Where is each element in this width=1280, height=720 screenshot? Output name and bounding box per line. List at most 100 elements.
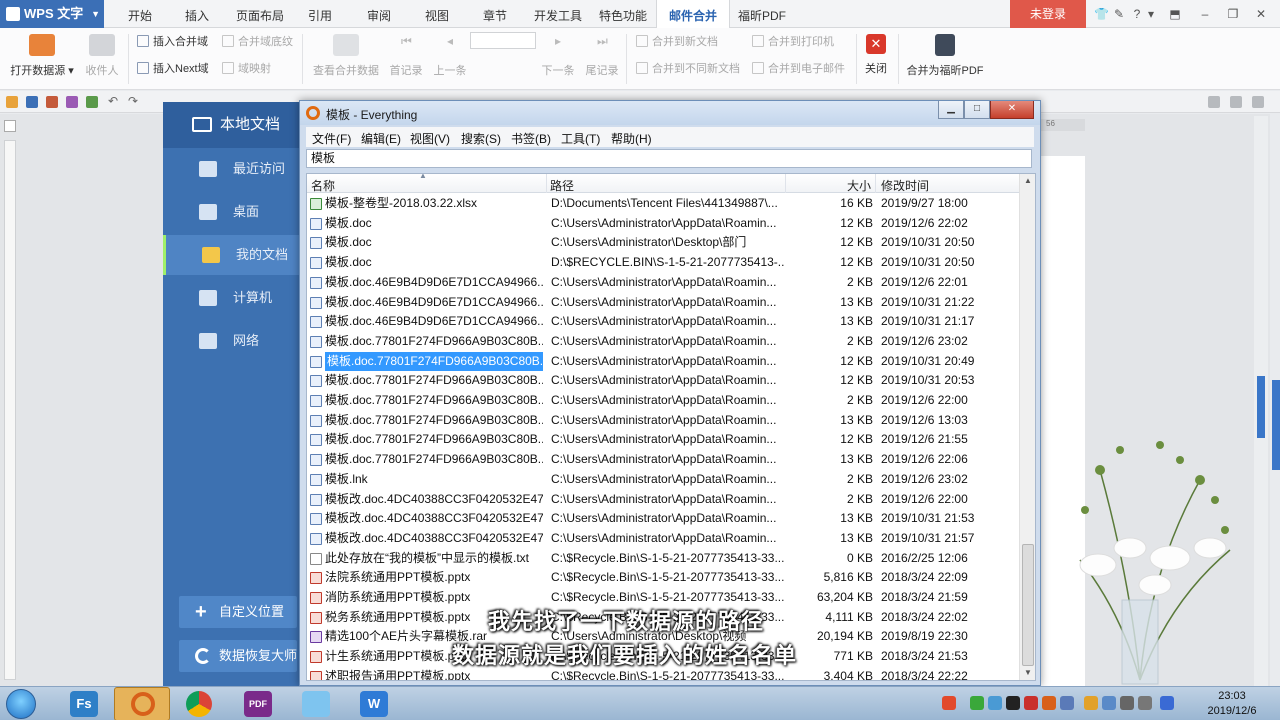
menu-view[interactable]: 视图(V) [410,130,450,147]
result-row[interactable]: 模板改.doc.4DC40388CC3F0420532E47... C:\User… [307,490,1019,510]
search-input[interactable]: 模板 [306,149,1032,168]
merge-email-button[interactable]: 合并到电子邮件 [752,62,845,76]
taskbar-fs-app[interactable]: Fs [56,687,112,720]
menu-edit[interactable]: 编辑(E) [361,130,401,147]
result-row[interactable]: 模板.doc.77801F274FD966A9B03C80B... C:\User… [307,411,1019,431]
result-row[interactable]: 模板.lnk C:\Users\Administrator\AppData\Roa… [307,470,1019,490]
menu-file[interactable]: 文件(F) [312,130,351,147]
menu-bookmarks[interactable]: 书签(B) [511,130,551,147]
column-name[interactable]: 名称 [311,177,335,194]
tab-start[interactable]: 开始 [128,0,152,28]
flag-icon[interactable] [1084,696,1098,710]
tab-references[interactable]: 引用 [308,0,332,28]
result-row[interactable]: 模板.doc.46E9B4D9D6E7D1CCA94966... C:\Users… [307,273,1019,293]
scroll-thumb[interactable] [1022,544,1034,666]
result-row[interactable]: 模板-整卷型-2018.03.22.xlsx D:\Documents\Tence… [307,194,1019,214]
result-row[interactable]: 模板.doc.46E9B4D9D6E7D1CCA94966... C:\Users… [307,312,1019,332]
system-clock[interactable]: 23:03 2019/12/6 [1190,687,1274,720]
windows-start-icon[interactable] [6,689,36,719]
cloud-icon[interactable] [988,696,1002,710]
network-tray-icon[interactable] [1060,696,1074,710]
language-icon[interactable] [1160,696,1174,710]
volume-icon[interactable] [1120,696,1134,710]
merge-printer-button[interactable]: 合并到打印机 [752,35,834,49]
side-panel-tab[interactable] [1272,380,1280,470]
open-icon[interactable] [6,96,18,108]
display-icon[interactable] [1102,696,1116,710]
sidebar-item-network[interactable]: 网络 [163,321,300,361]
taskbar-everything[interactable] [114,687,170,720]
security-icon[interactable] [1024,696,1038,710]
data-recovery-button[interactable]: 数据恢复大师 [179,640,297,672]
tab-mail-merge[interactable]: 邮件合并 [656,0,731,29]
result-row[interactable]: 模板.doc.77801F274FD966A9B03C80B... C:\User… [307,391,1019,411]
menu-help[interactable]: 帮助(H) [611,130,652,147]
result-row[interactable]: 模板.doc.77801F274FD966A9B03C80B... C:\User… [307,450,1019,470]
result-row[interactable]: 模板.doc D:\$RECYCLE.BIN\S-1-5-21-207773541… [307,253,1019,273]
wps-app-menu[interactable]: WPS 文字 ▼ [0,0,104,28]
close-merge-button[interactable]: ✕ 关闭 [860,34,892,76]
print-icon[interactable] [66,96,78,108]
export-pdf-icon[interactable] [46,96,58,108]
window-mode-icon[interactable]: ⬒ [1168,7,1182,21]
open-data-source-button[interactable]: 打开数据源 ▾ [8,34,76,78]
sogou-ime-icon[interactable] [942,696,956,710]
tab-page-layout[interactable]: 页面布局 [236,0,284,28]
save-icon[interactable] [26,96,38,108]
minimize-button[interactable]: ▁ [938,101,964,119]
tab-sections[interactable]: 章节 [483,0,507,28]
first-record-button[interactable]: ⏮ 首记录 [386,34,426,78]
tab-review[interactable]: 审阅 [367,0,391,28]
last-record-button[interactable]: ⏭ 尾记录 [582,34,622,78]
result-row[interactable]: 法院系统通用PPT模板.pptx C:\$Recycle.Bin\S-1-5-21… [307,568,1019,588]
sidebar-item-computer[interactable]: 计算机 [163,278,300,318]
skin-icon[interactable] [1208,96,1220,108]
redo-icon[interactable]: ↷ [128,94,140,108]
result-row[interactable]: 模板.doc.77801F274FD966A9B03C80B... C:\User… [307,351,1019,372]
results-scrollbar[interactable]: ▲ ▼ [1019,174,1035,680]
tab-insert[interactable]: 插入 [185,0,209,28]
taskbar-qq[interactable] [288,687,344,720]
result-row[interactable]: 模板.doc.77801F274FD966A9B03C80B... C:\User… [307,371,1019,391]
result-row[interactable]: 此处存放在“我的模板”中显示的模板.txt C:\$Recycle.Bin\S-1… [307,549,1019,569]
merge-new-doc-button[interactable]: 合并到新文档 [636,35,718,49]
everything-tray-icon[interactable] [1042,696,1056,710]
result-row[interactable]: 模板改.doc.4DC40388CC3F0420532E47... C:\User… [307,529,1019,549]
field-mapping-button[interactable]: 域映射 [222,62,271,76]
view-merged-data-button[interactable]: 查看合并数据 [310,34,382,78]
sidebar-item-recent[interactable]: 最近访问 [163,149,300,189]
result-row[interactable]: 模板.doc.77801F274FD966A9B03C80B... C:\User… [307,332,1019,352]
record-number-input[interactable] [470,32,536,49]
qq-tray-icon[interactable] [1006,696,1020,710]
column-modified[interactable]: 修改时间 [881,177,929,194]
tab-foxit-pdf[interactable]: 福昕PDF [738,0,786,28]
wechat-icon[interactable] [970,696,984,710]
close-icon[interactable]: ✕ [1254,7,1268,21]
menu-search[interactable]: 搜索(S) [461,130,501,147]
login-button[interactable]: 未登录 [1010,0,1086,28]
tab-view[interactable]: 视图 [425,0,449,28]
tab-developer[interactable]: 开发工具 [534,0,582,28]
recipients-button[interactable]: 收件人 [80,34,124,78]
result-row[interactable]: 模板改.doc.4DC40388CC3F0420532E47... C:\User… [307,509,1019,529]
result-row[interactable]: 模板.doc C:\Users\Administrator\Desktop\部门 1… [307,233,1019,253]
taskbar-pdf[interactable]: PDF [230,687,286,720]
chevron-down-icon[interactable]: ▾ [1144,7,1158,21]
scroll-thumb[interactable] [1257,376,1265,438]
sidebar-item-my-documents[interactable]: 我的文档 [163,235,300,275]
custom-location-button[interactable]: + 自定义位置 [179,596,297,628]
menu-tools[interactable]: 工具(T) [561,130,600,147]
next-record-button[interactable]: ▸ 下一条 [538,34,578,78]
collapse-ribbon-icon[interactable] [1252,96,1264,108]
settings-icon[interactable] [1230,96,1242,108]
sidebar-item-desktop[interactable]: 桌面 [163,192,300,232]
merge-field-shading-button[interactable]: 合并域底纹 [222,35,293,49]
insert-merge-field-button[interactable]: 插入合并域 [137,35,208,49]
scroll-up-icon[interactable]: ▲ [1020,174,1035,188]
help-icon[interactable]: ? [1130,7,1144,21]
document-scrollbar[interactable] [1254,116,1268,686]
column-size[interactable]: 大小 [847,177,871,194]
minimize-icon[interactable]: – [1198,7,1212,21]
chat-icon[interactable]: ✎ [1112,7,1126,21]
taskbar-wps[interactable]: W [346,687,402,720]
